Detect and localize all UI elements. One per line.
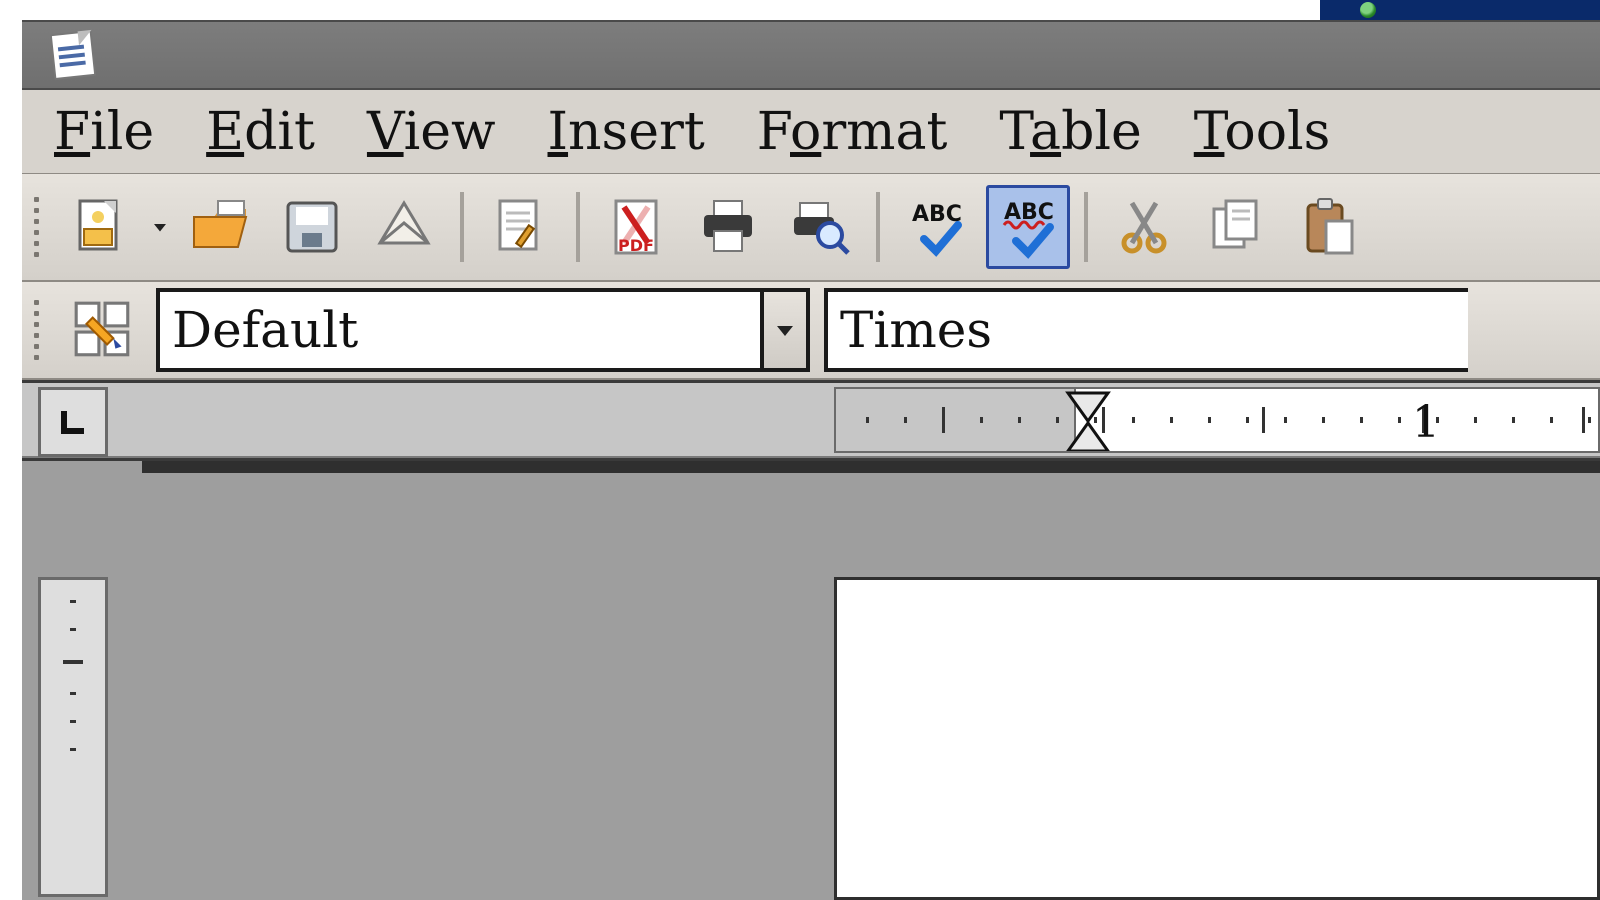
menu-tools[interactable]: Tools bbox=[1194, 102, 1331, 162]
toolbar-separator bbox=[460, 192, 464, 262]
menu-view[interactable]: View bbox=[367, 102, 496, 162]
menu-table[interactable]: Table bbox=[999, 102, 1141, 162]
toolbar-separator bbox=[876, 192, 880, 262]
save-button[interactable] bbox=[270, 185, 354, 269]
toolbar-separator bbox=[576, 192, 580, 262]
auto-spellcheck-button[interactable]: ABC bbox=[986, 185, 1070, 269]
menu-file[interactable]: File bbox=[54, 102, 154, 162]
email-button[interactable] bbox=[362, 185, 446, 269]
app-document-icon bbox=[46, 28, 100, 82]
horizontal-ruler[interactable]: 1 bbox=[834, 387, 1600, 453]
spellcheck-button[interactable]: ABC bbox=[894, 185, 978, 269]
paragraph-style-dropdown[interactable] bbox=[760, 292, 806, 368]
document-workspace bbox=[22, 458, 1600, 900]
font-name-combo[interactable] bbox=[824, 288, 1468, 372]
menu-insert[interactable]: Insert bbox=[548, 102, 705, 162]
standard-toolbar: PDF ABC ABC bbox=[22, 174, 1600, 282]
page-border-top bbox=[142, 461, 1600, 473]
font-name-input[interactable] bbox=[828, 297, 1468, 363]
open-button[interactable] bbox=[178, 185, 262, 269]
vertical-ruler[interactable] bbox=[38, 577, 108, 897]
print-button[interactable] bbox=[686, 185, 770, 269]
menu-format[interactable]: Format bbox=[757, 102, 948, 162]
desktop-taskbar-fragment bbox=[1320, 0, 1600, 20]
new-document-dropdown[interactable] bbox=[150, 218, 170, 236]
document-page[interactable] bbox=[834, 577, 1600, 900]
abc-label: ABC bbox=[1004, 200, 1054, 225]
toolbar-separator bbox=[1084, 192, 1088, 262]
export-pdf-button[interactable]: PDF bbox=[594, 185, 678, 269]
edit-document-button[interactable] bbox=[478, 185, 562, 269]
toolbar-grip-icon[interactable] bbox=[30, 187, 46, 267]
ruler-ticks bbox=[836, 389, 1598, 451]
desktop-top-strip bbox=[0, 0, 1600, 20]
tab-stop-well[interactable] bbox=[38, 387, 108, 457]
styles-and-formatting-button[interactable] bbox=[64, 291, 142, 369]
horizontal-ruler-row: 1 bbox=[22, 380, 1600, 458]
new-document-button[interactable] bbox=[58, 185, 142, 269]
window-title-bar[interactable] bbox=[22, 20, 1600, 90]
paragraph-style-input[interactable] bbox=[160, 297, 760, 363]
formatting-toolbar bbox=[22, 282, 1600, 380]
ruler-number-1: 1 bbox=[1412, 397, 1440, 448]
paragraph-style-combo[interactable] bbox=[156, 288, 810, 372]
window-left-gutter bbox=[0, 20, 22, 900]
paste-button[interactable] bbox=[1286, 185, 1370, 269]
copy-button[interactable] bbox=[1194, 185, 1278, 269]
menu-edit[interactable]: Edit bbox=[206, 102, 315, 162]
toolbar-grip-icon[interactable] bbox=[30, 290, 46, 370]
menu-bar: File Edit View Insert Format Table Tools bbox=[22, 90, 1600, 174]
pdf-label: PDF bbox=[618, 236, 654, 255]
print-preview-button[interactable] bbox=[778, 185, 862, 269]
cut-button[interactable] bbox=[1102, 185, 1186, 269]
